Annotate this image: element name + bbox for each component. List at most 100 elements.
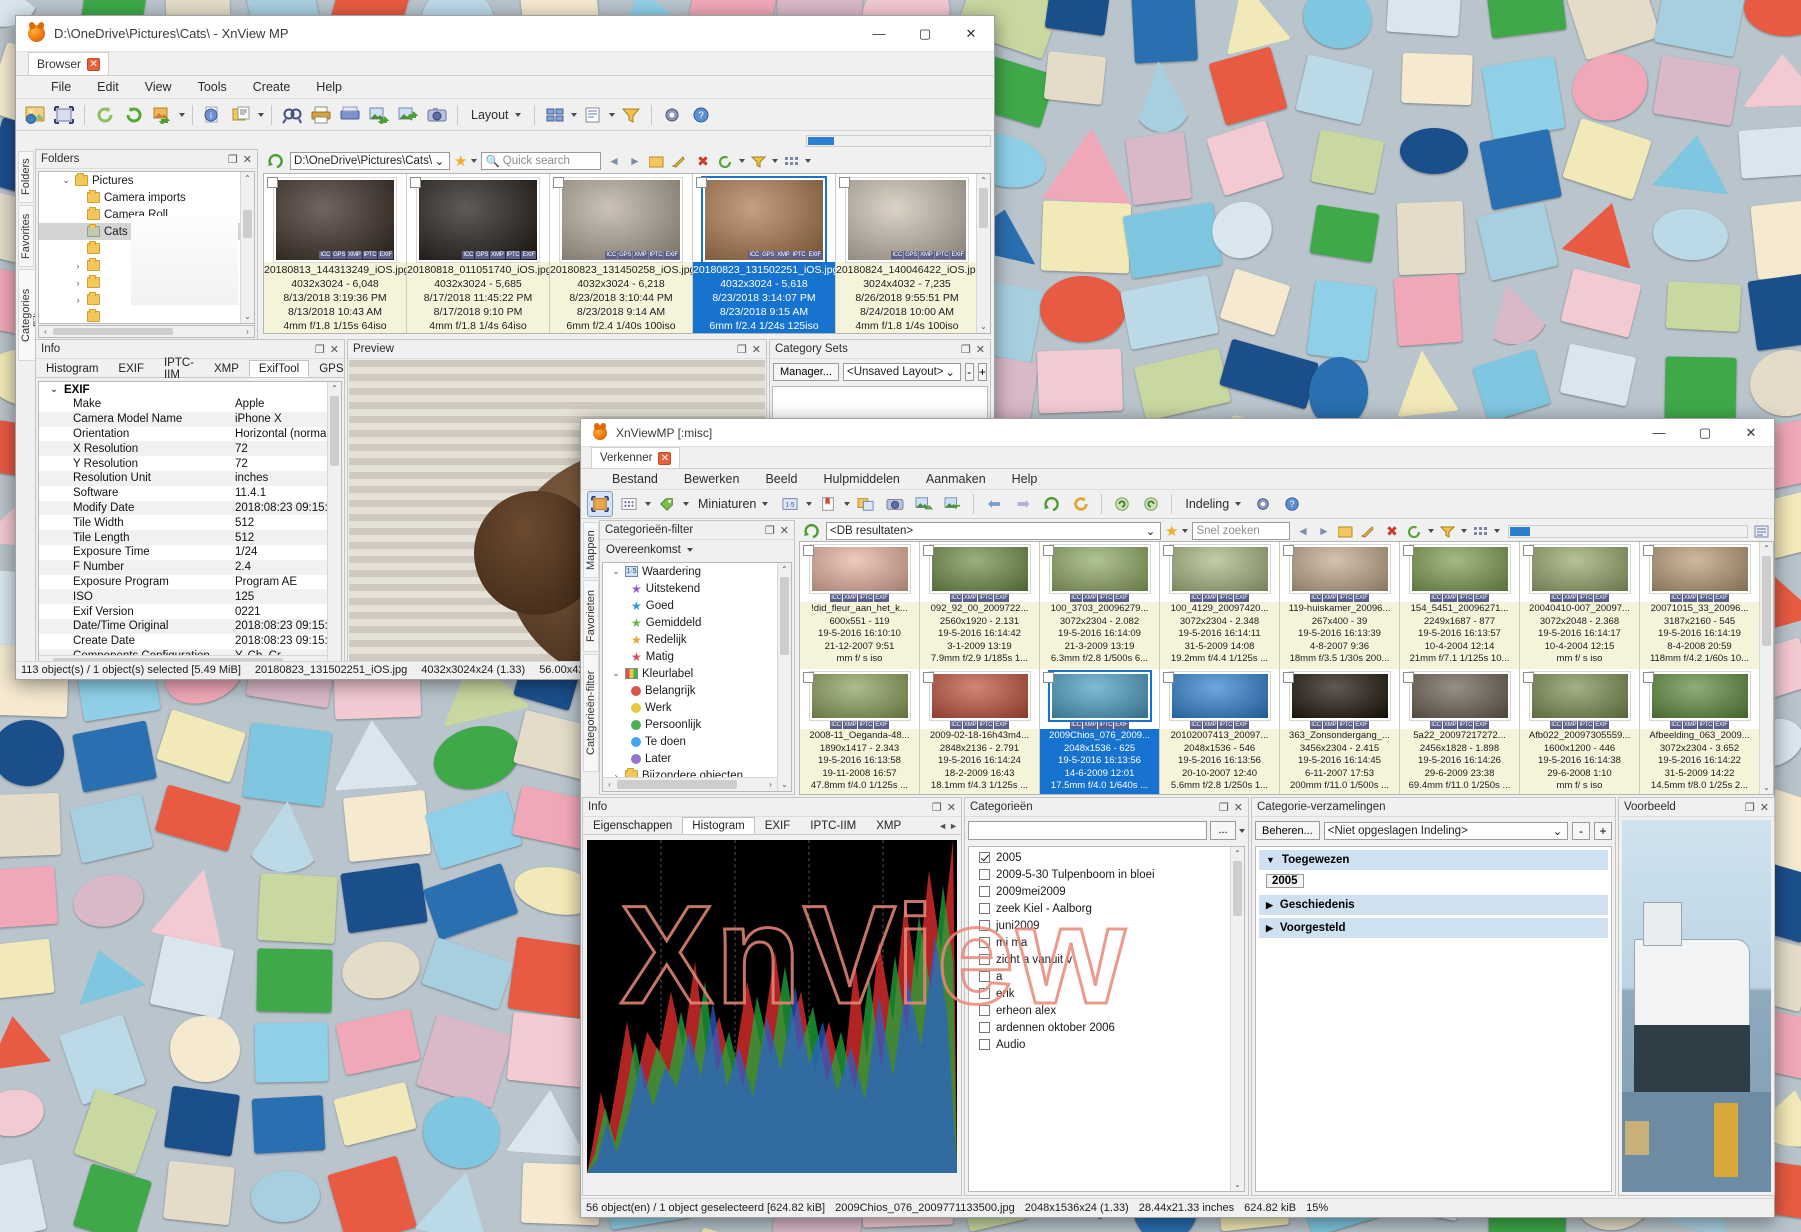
grid-size-icon[interactable] bbox=[782, 148, 801, 174]
thumbnail-checkbox[interactable] bbox=[1043, 672, 1054, 683]
chevron-right-icon[interactable]: › bbox=[73, 278, 83, 288]
grid-view-dropdown-icon[interactable] bbox=[645, 502, 651, 506]
category-collections-panel[interactable]: Categorie-verzamelingen Beheren... <Niet… bbox=[1251, 797, 1616, 1196]
back-icon[interactable]: ⬅ bbox=[981, 491, 1007, 517]
scroll-thumb[interactable] bbox=[1233, 861, 1242, 916]
tabstrip-english[interactable]: Browser ✕ bbox=[16, 52, 994, 76]
exif-row[interactable]: Software 11.4.1 bbox=[39, 486, 341, 501]
tab-iptc-iim[interactable]: IPTC-IIM bbox=[154, 357, 204, 381]
thumbnail-image[interactable] bbox=[1528, 544, 1631, 594]
up-icon[interactable] bbox=[1039, 491, 1065, 517]
info-icon[interactable]: i bbox=[200, 102, 226, 128]
undock-icon[interactable]: ❐ bbox=[1219, 801, 1229, 814]
thumbnail-checkbox[interactable] bbox=[553, 177, 564, 188]
tree-item-camera-imports[interactable]: Camera imports bbox=[39, 189, 254, 206]
category-item[interactable]: 2009-5-30 Tulpenboom in bloei bbox=[969, 866, 1244, 883]
category-item[interactable]: Audio bbox=[969, 1036, 1244, 1053]
batch-rename-icon[interactable] bbox=[229, 102, 255, 128]
help-icon[interactable]: ? bbox=[688, 102, 714, 128]
thumbnail-item[interactable]: ICC XMP IPTC EXIF 2009-02-18-16h43m4... 2848x… bbox=[920, 669, 1040, 794]
thumbnail-item[interactable]: ICC XMP IPTC EXIF 100_4129_20097420... 3072x2… bbox=[1160, 542, 1280, 669]
scroll-down-button[interactable]: ⌄ bbox=[1760, 781, 1773, 794]
scroll-thumb[interactable] bbox=[808, 137, 834, 145]
sidetab-folders[interactable]: Folders bbox=[18, 151, 34, 203]
categories-filter-panel[interactable]: Categorieën-filter ❐ ✕ Overeenkomst ⌄ 1·5… bbox=[599, 520, 795, 795]
categories-panel-dutch[interactable]: Categorieën ❐ ✕ ... 2005 2009-5-30 Tulpen… bbox=[964, 797, 1249, 1196]
tabstrip-dutch[interactable]: Verkenner ✕ bbox=[581, 447, 1774, 469]
scroll-thumb[interactable] bbox=[330, 396, 339, 466]
thumbnail-item[interactable]: ICC XMP IPTC EXIF Afbeelding_063_2009... 3072… bbox=[1640, 669, 1760, 794]
categories-more-button[interactable]: ... bbox=[1210, 821, 1236, 840]
info-vscrollbar[interactable]: ⌃ ⌄ bbox=[327, 382, 341, 669]
chevron-down-icon[interactable]: ⌄ bbox=[61, 175, 71, 186]
scroll-thumb[interactable] bbox=[1510, 526, 1531, 536]
filter-tree-item[interactable]: ⌄ 1·5 Waardering bbox=[603, 563, 791, 580]
preview-panel-dutch[interactable]: Voorbeeld ❐ ✕ bbox=[1618, 797, 1775, 1196]
scroll-thumb[interactable] bbox=[979, 188, 988, 228]
chevron-down-icon[interactable] bbox=[686, 548, 693, 552]
exif-row[interactable]: Y Resolution 72 bbox=[39, 456, 341, 471]
scroll-left-button[interactable]: ‹ bbox=[603, 778, 616, 791]
remove-set-button[interactable]: - bbox=[964, 363, 974, 381]
filter-tree-item[interactable]: Later bbox=[603, 750, 791, 767]
rotate-dropdown-icon[interactable] bbox=[1428, 529, 1435, 533]
thumbnail-image[interactable] bbox=[928, 544, 1031, 594]
thumbnail-checkbox[interactable] bbox=[1403, 672, 1414, 683]
chevron-down-icon[interactable]: ⌄ bbox=[611, 668, 621, 679]
thumbnail-checkbox[interactable] bbox=[1523, 672, 1534, 683]
thumbnail-checkbox[interactable] bbox=[267, 177, 278, 188]
thumbnail-row-1[interactable]: ICC XMP IPTC EXIF !did_fleur_aan_het_k... 600… bbox=[800, 542, 1773, 669]
chevron-right-icon[interactable]: › bbox=[73, 295, 83, 305]
layout-combobox[interactable]: <Unsaved Layout> ⌄ bbox=[842, 363, 961, 381]
menu-help[interactable]: Help bbox=[303, 80, 355, 94]
filter-tree-item[interactable]: ⌄ Kleurlabel bbox=[603, 665, 791, 682]
thumbnail-item[interactable]: ICC GPS XMP IPTC EXIF 20180823_131450258_iOS.… bbox=[550, 174, 693, 333]
tabs-scroll-left-icon[interactable]: ◄ bbox=[938, 821, 947, 831]
sort-icon[interactable] bbox=[580, 102, 606, 128]
info-tabs[interactable]: Histogram EXIF IPTC-IIM XMP ExifTool GPS… bbox=[36, 357, 373, 381]
thumbnail-item[interactable]: ICC XMP IPTC EXIF 2009Chios_076_2009... 2048x… bbox=[1040, 669, 1160, 794]
category-item[interactable]: 2009mei2009 bbox=[969, 883, 1244, 900]
thumbnail-item[interactable]: ICC XMP IPTC EXIF Afb022_20097305559... 1600x… bbox=[1520, 669, 1640, 794]
thumbnail-image[interactable] bbox=[1408, 544, 1511, 594]
categories-filter-tree[interactable]: ⌄ 1·5 Waardering ★ Uitstekend ★ Goed ★ Gemiddeld… bbox=[602, 562, 792, 792]
thumbnail-item[interactable]: ICC XMP IPTC EXIF !did_fleur_aan_het_k... 600… bbox=[800, 542, 920, 669]
categories-search-row[interactable]: ... bbox=[965, 817, 1248, 844]
filter-tree-item[interactable]: ★ Redelijk bbox=[603, 631, 791, 648]
bookmark-dropdown-icon[interactable] bbox=[844, 502, 851, 506]
toolbar-dutch[interactable]: Miniaturen 1·5 ⬅ ➡ Indeling ? bbox=[581, 490, 1774, 519]
menu-bestand[interactable]: Bestand bbox=[599, 472, 671, 486]
scroll-down-button[interactable]: ⌄ bbox=[241, 310, 254, 323]
edit-icon[interactable] bbox=[670, 148, 689, 174]
sidetab-categorieen-filter[interactable]: Categorieën-filter bbox=[583, 654, 599, 772]
folders-vscrollbar[interactable]: ⌃ ⌄ bbox=[240, 172, 254, 323]
toolbar-english[interactable]: i Layout ? bbox=[16, 99, 994, 131]
scroll-left-button[interactable]: ‹ bbox=[39, 326, 52, 337]
tabs-scroll-right-icon[interactable]: ► bbox=[949, 821, 958, 831]
thumbnail-hscrollbar[interactable] bbox=[806, 135, 991, 147]
exif-row[interactable]: Make Apple bbox=[39, 397, 341, 412]
tab-histogram[interactable]: Histogram bbox=[682, 817, 755, 834]
filter-tree-item[interactable]: ★ Gemiddeld bbox=[603, 614, 791, 631]
scroll-thumb[interactable] bbox=[1762, 556, 1771, 646]
window-controls[interactable]: — ▢ ✕ bbox=[1636, 419, 1774, 446]
favorites-dropdown-icon[interactable] bbox=[1182, 529, 1189, 533]
collections-toolbar[interactable]: Beheren... <Niet opgeslagen Indeling> ⌄ … bbox=[1252, 817, 1615, 844]
thumbnail-item[interactable]: ICC GPS XMP IPTC EXIF 20180824_140046422_iOS.… bbox=[836, 174, 979, 333]
convert-icon[interactable] bbox=[150, 102, 176, 128]
category-checkbox[interactable] bbox=[979, 920, 990, 931]
category-item[interactable]: zicht a vanuit v bbox=[969, 951, 1244, 968]
sort-dropdown-icon[interactable] bbox=[608, 112, 615, 117]
assigned-value[interactable]: 2005 bbox=[1266, 874, 1304, 888]
collections-layout-combobox[interactable]: <Niet opgeslagen Indeling> ⌄ bbox=[1323, 821, 1568, 840]
category-checkbox[interactable] bbox=[979, 886, 990, 897]
category-checkbox[interactable] bbox=[979, 869, 990, 880]
exif-row[interactable]: Orientation Horizontal (normal) bbox=[39, 427, 341, 442]
window-controls[interactable]: — ▢ ✕ bbox=[856, 16, 994, 51]
thumbnail-row-2[interactable]: ICC XMP IPTC EXIF 2008-11_Oeganda-48... 1890x… bbox=[800, 669, 1773, 794]
thumbnail-image[interactable] bbox=[1648, 671, 1751, 721]
close-button[interactable]: ✕ bbox=[948, 16, 994, 51]
search-icon[interactable] bbox=[279, 102, 305, 128]
minimize-button[interactable]: — bbox=[1636, 419, 1682, 446]
thumbnail-image[interactable] bbox=[1528, 671, 1631, 721]
